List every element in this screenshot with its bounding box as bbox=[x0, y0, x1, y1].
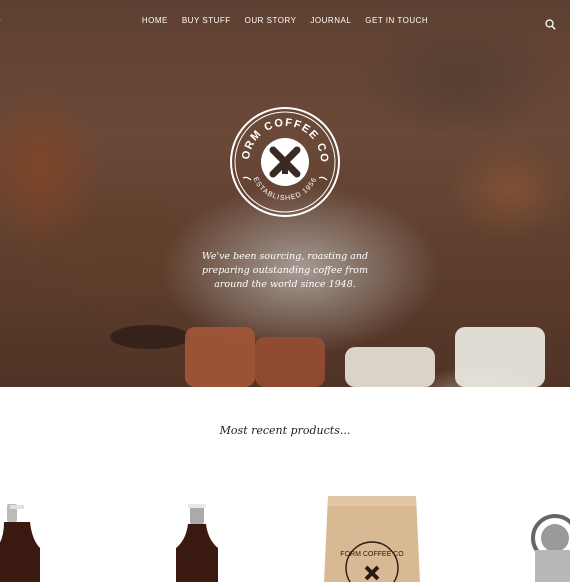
product-bottle-2[interactable] bbox=[168, 500, 228, 582]
search-icon bbox=[545, 19, 556, 30]
hero-tagline: We've been sourcing, roasting and prepar… bbox=[185, 250, 385, 292]
product-kettle[interactable] bbox=[525, 512, 570, 582]
product-bottle-1[interactable] bbox=[0, 500, 45, 582]
nav-journal[interactable]: JOURNAL bbox=[310, 16, 351, 25]
search-button[interactable] bbox=[545, 15, 556, 34]
form-coffee-logo: FORM COFFEE CO. ESTABLISHED 1956 bbox=[229, 106, 340, 217]
tagline-line-3: around the world since 1948. bbox=[214, 279, 356, 290]
nav-home[interactable]: HOME bbox=[142, 16, 168, 25]
product-coffee-bag[interactable]: FORM COFFEE CO bbox=[322, 490, 422, 582]
hero-section: t HOME BUY STUFF OUR STORY JOURNAL GET I… bbox=[0, 0, 570, 387]
nav-our-story[interactable]: OUR STORY bbox=[245, 16, 297, 25]
hero-background-cups bbox=[110, 325, 545, 387]
coffee-bag-label: FORM COFFEE CO bbox=[340, 551, 404, 558]
tagline-line-1: We've been sourcing, roasting and bbox=[201, 251, 369, 262]
tagline-line-2: preparing outstanding coffee from bbox=[201, 265, 369, 276]
main-nav: HOME BUY STUFF OUR STORY JOURNAL GET IN … bbox=[0, 16, 570, 25]
nav-buy-stuff[interactable]: BUY STUFF bbox=[182, 16, 231, 25]
nav-get-in-touch[interactable]: GET IN TOUCH bbox=[365, 16, 428, 25]
section-title: Most recent products... bbox=[219, 424, 351, 437]
